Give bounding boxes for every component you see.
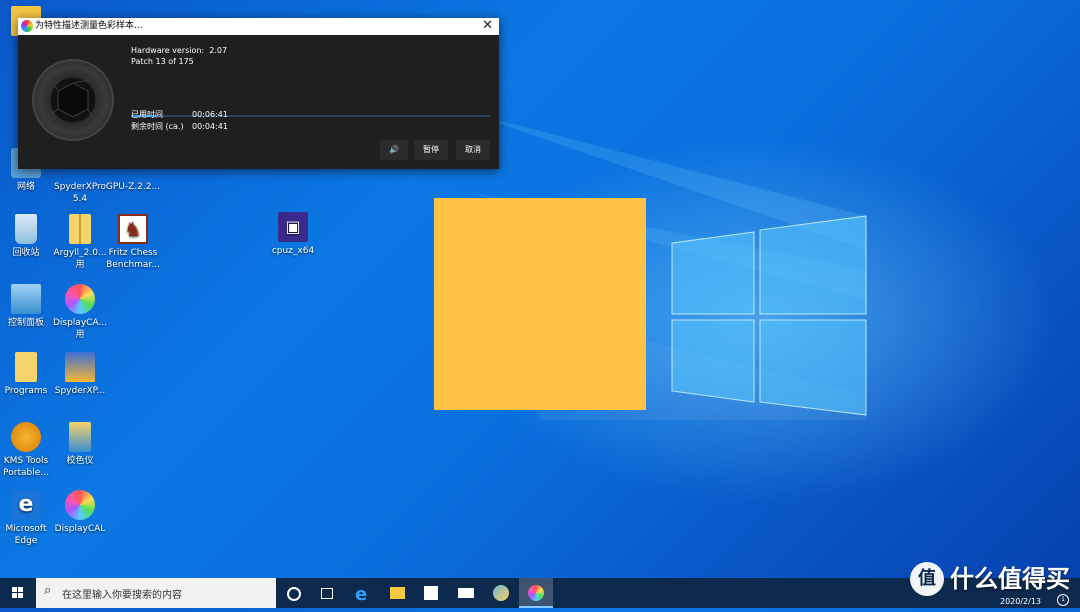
recycle-bin-icon [15, 214, 37, 244]
desktop-icon-displaycal-folder[interactable]: DisplayCA... 用 [48, 284, 112, 341]
cortana-circle-icon [287, 587, 301, 601]
desktop-icon-spyderxp-setup[interactable]: SpyderXP... [48, 352, 112, 397]
taskbar-edge[interactable]: e [346, 578, 380, 608]
remaining-value: 00:04:41 [192, 122, 228, 131]
store-bag-icon [424, 586, 438, 600]
taskbar-store[interactable] [414, 578, 448, 608]
hardware-version: Hardware version: 2.07 [131, 45, 227, 56]
watermark-text: 什么值得买 [950, 565, 1070, 593]
task-view-button[interactable] [310, 578, 344, 608]
folder-icon [69, 422, 91, 452]
installer-icon [65, 352, 95, 382]
watermark-badge: 值 [910, 562, 944, 596]
cpu-chip-icon: ▣ [278, 212, 308, 242]
displaycal-app-icon [21, 20, 33, 32]
pause-button[interactable]: 暂停 [414, 140, 448, 160]
spyder-icon [493, 585, 509, 601]
windows-start-icon [12, 587, 23, 598]
taskbar-mail[interactable] [449, 578, 483, 608]
desktop-icon-fritz-chess[interactable]: ♞ Fritz Chess Benchmar... [101, 214, 165, 271]
chess-knight-icon: ♞ [118, 214, 148, 244]
displaycal-icon [65, 490, 95, 520]
cancel-button[interactable]: 取消 [456, 140, 490, 160]
search-icon: ⌕ [44, 583, 52, 598]
progress-bar [131, 115, 490, 117]
displaycal-icon [528, 585, 544, 601]
folder-icon [15, 352, 37, 382]
taskbar-displaycal[interactable] [519, 578, 553, 608]
close-icon[interactable]: ✕ [482, 18, 493, 34]
control-panel-icon [11, 284, 41, 314]
start-button[interactable] [0, 578, 36, 608]
speaker-icon: 🔊 [389, 145, 399, 154]
elapsed-label: 已用时间 [131, 110, 163, 119]
sound-button[interactable]: 🔊 [380, 140, 408, 160]
desktop-icon-calibrator[interactable]: 校色仪 [48, 422, 112, 467]
remaining-label: 剩余时间 (ca.) [131, 122, 184, 131]
taskbar-search-box[interactable]: ⌕ 在这里输入你要搜索的内容 [36, 578, 276, 608]
patch-counter: Patch 13 of 175 [131, 57, 194, 66]
taskbar-file-explorer[interactable] [380, 578, 414, 608]
edge-icon: e [11, 490, 41, 520]
displaycal-icon [65, 284, 95, 314]
zip-folder-icon [69, 214, 91, 244]
measurement-color-patch [434, 198, 646, 410]
kms-tools-icon [11, 422, 41, 452]
camera-aperture-icon [32, 59, 114, 141]
measurement-dialog: 为特性描述测量色彩样本... ✕ Hardware version: 2.07 … [18, 18, 499, 169]
mail-icon [458, 588, 474, 598]
hardware-label: Hardware version: [131, 46, 205, 55]
desktop-icon-cpuz[interactable]: ▣ cpuz_x64 [261, 212, 325, 257]
dialog-title: 为特性描述测量色彩样本... [35, 21, 143, 31]
taskbar-spyder[interactable] [484, 578, 518, 608]
watermark-logo: 值 什么值得买 [904, 560, 1080, 600]
folder-icon [390, 587, 405, 599]
desktop-icon-displaycal[interactable]: DisplayCAL [48, 490, 112, 535]
edge-icon: e [355, 584, 368, 605]
cortana-button[interactable] [276, 578, 310, 608]
hardware-value: 2.07 [209, 46, 228, 55]
dialog-titlebar[interactable]: 为特性描述测量色彩样本... ✕ [18, 18, 499, 35]
task-view-icon [321, 588, 333, 599]
elapsed-value: 00:06:41 [192, 110, 228, 119]
windows-logo [671, 215, 867, 416]
search-placeholder: 在这里输入你要搜索的内容 [62, 590, 182, 601]
